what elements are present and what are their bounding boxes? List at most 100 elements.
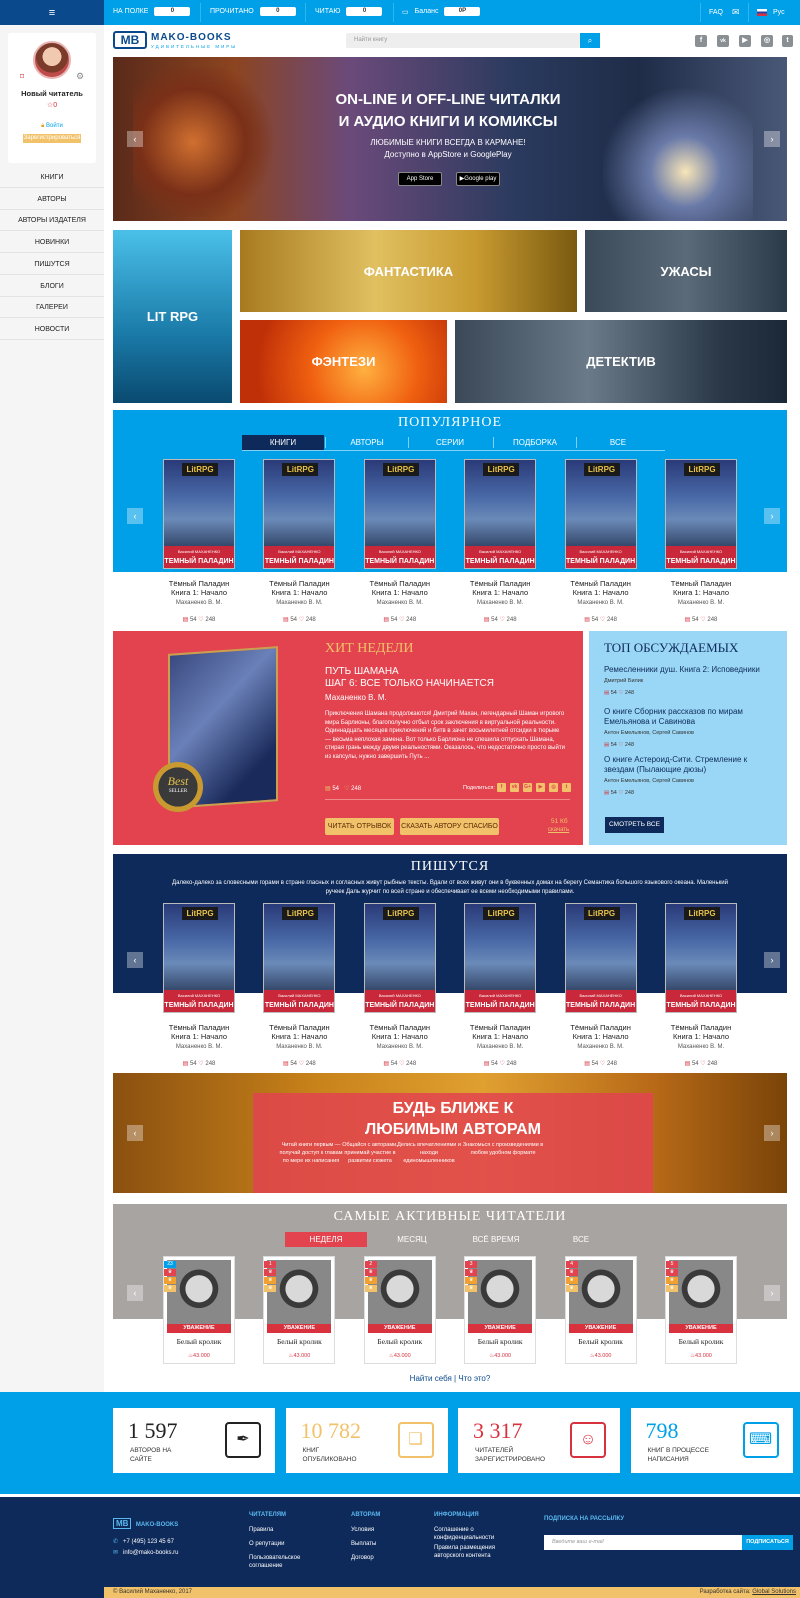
book-subtitle[interactable]: Книга 1: Начало [254,1032,344,1041]
readers-tab[interactable]: МЕСЯЦ [371,1232,453,1247]
footer-logo[interactable]: МВ MAKO-BOOKS [113,1513,193,1529]
see-all-button[interactable]: СМОТРЕТЬ ВСЕ [605,817,664,833]
reader-card[interactable]: УВАЖЕНИЕ 4 ♛ ♛ ♛ Белый кролик ♨43.000 [564,1256,637,1364]
on-shelf-counter[interactable]: НА ПОЛКЕ 0 [113,7,191,16]
login-link[interactable]: 🔒︎ Войти [8,123,96,130]
discussed-title[interactable]: Ремесленники душ. Книга 2: Исповедники [604,665,779,675]
nav-item[interactable]: ГАЛЕРЕИ [0,297,104,319]
footer-readers-link[interactable]: Правила [249,1526,311,1534]
nav-item[interactable]: АВТОРЫ ИЗДАТЕЛЯ [0,210,104,232]
genre-horror[interactable]: УЖАСЫ [585,230,787,312]
writing-prev-arrow[interactable]: ‹ [127,952,143,968]
avatar[interactable] [33,41,71,79]
book-title[interactable]: Тёмный Паладин [254,579,344,588]
footer-phone[interactable]: ✆ +7 (495) 123 45 67 [113,1538,174,1545]
discussed-author[interactable]: Антон Емельянов, Сергей Савинов [604,730,694,736]
popular-tab[interactable]: ПОДБОРКА [494,435,576,450]
readers-tab[interactable]: ВСЕ [540,1232,622,1247]
popular-prev-arrow[interactable]: ‹ [127,508,143,524]
discussed-author[interactable]: Дмитрий Билик [604,678,643,684]
book-author[interactable]: Маханенко В. М. [355,600,445,606]
reading-counter[interactable]: ЧИТАЮ 0 [315,7,383,16]
book-subtitle[interactable]: Книга 1: Начало [455,588,545,597]
facebook-icon[interactable]: f [497,783,506,792]
reader-card[interactable]: УВАЖЕНИЕ 1 ♛ ♛ ♛ Белый кролик ♨43.000 [263,1256,336,1364]
thank-author-button[interactable]: СКАЗАТЬ АВТОРУ СПАСИБО [400,818,499,835]
footer-authors-link[interactable]: Договор [351,1554,413,1562]
book-subtitle[interactable]: Книга 1: Начало [455,1032,545,1041]
faq-link[interactable]: FAQ [709,9,723,16]
book-cover[interactable]: LitRPG Василий МАХАНЕНКО ТЕМНЫЙ ПАЛАДИН [665,903,737,1013]
book-author[interactable]: Маханенко В. М. [154,600,244,606]
developer-link[interactable]: Global Solutions [752,1589,796,1595]
genre-fantastic[interactable]: ФАНТАСТИКА [240,230,577,312]
book-title[interactable]: Тёмный Паладин [355,1023,445,1032]
book-author[interactable]: Маханенко В. М. [656,1044,746,1050]
book-author[interactable]: Маханенко В. М. [455,600,545,606]
footer-readers-link[interactable]: Пользовательское соглашение [249,1554,311,1570]
book-subtitle[interactable]: Книга 1: Начало [154,1032,244,1041]
book-author[interactable]: Маханенко В. М. [154,1044,244,1050]
book-cover[interactable]: LitRPG Василий МАХАНЕНКО ТЕМНЫЙ ПАЛАДИН [263,459,336,569]
book-author[interactable]: Маханенко В. М. [455,1044,545,1050]
book-title[interactable]: Тёмный Паладин [154,579,244,588]
writing-next-arrow[interactable]: › [764,952,780,968]
youtube-icon[interactable]: ▶ [739,35,751,47]
instagram-icon[interactable]: ◎ [761,35,773,47]
gear-icon[interactable]: ⚙ [76,71,84,82]
reader-name[interactable]: Белый кролик [164,1337,234,1346]
nav-item[interactable]: НОВОСТИ [0,319,104,340]
balance-counter[interactable]: ▭ Баланс 0Р [402,7,481,16]
book-author[interactable]: Маханенко В. М. [556,600,646,606]
book-subtitle[interactable]: Книга 1: Начало [355,1032,445,1041]
book-title[interactable]: Тёмный Паладин [154,1023,244,1032]
popular-tab[interactable]: КНИГИ [242,435,324,450]
book-subtitle[interactable]: Книга 1: Начало [656,1032,746,1041]
logo[interactable]: МВ MAKO-BOOKS УДИВИТЕЛЬНЫЕ МИРЫ [113,31,253,51]
reader-name[interactable]: Белый кролик [566,1337,636,1346]
book-author[interactable]: Маханенко В. М. [355,1044,445,1050]
register-button[interactable]: Зарегистрироваться [23,134,81,143]
book-cover[interactable]: LitRPG Василий МАХАНЕНКО ТЕМНЫЙ ПАЛАДИН [564,459,637,569]
popular-tab[interactable]: ВСЕ [577,435,659,450]
mail-icon[interactable]: ✉ [732,7,740,18]
nav-item[interactable]: АВТОРЫ [0,189,104,210]
app-store-button[interactable]: App Store [398,172,442,186]
subscribe-email-input[interactable]: Введите ваш e-mail [544,1535,742,1550]
book-author[interactable]: Маханенко В. М. [254,600,344,606]
discussed-title[interactable]: О книге Сборник рассказов по мирам Емель… [604,707,779,727]
book-subtitle[interactable]: Книга 1: Начало [254,588,344,597]
book-cover[interactable]: LitRPG Василий МАХАНЕНКО ТЕМНЫЙ ПАЛАДИН [464,459,537,569]
book-title[interactable]: Тёмный Паладин [254,1023,344,1032]
language-select[interactable]: Рус [773,9,785,16]
reader-card[interactable]: УВАЖЕНИЕ 23 ♛ ♛ ♛ Белый кролик ♨43.000 [163,1256,235,1364]
reader-name[interactable]: Белый кролик [465,1337,535,1346]
book-author[interactable]: Маханенко В. М. [656,600,746,606]
hit-author[interactable]: Маханенко В. М. [325,693,387,702]
readers-prev-arrow[interactable]: ‹ [127,1285,143,1301]
what-is-this-link[interactable]: Что это? [458,1374,490,1383]
book-subtitle[interactable]: Книга 1: Начало [556,588,646,597]
read-excerpt-button[interactable]: ЧИТАТЬ ОТРЫВОК [325,818,394,835]
footer-authors-link[interactable]: Выплаты [351,1540,413,1548]
popular-tab[interactable]: СЕРИИ [409,435,491,450]
find-yourself-link[interactable]: Найти себя [410,1374,452,1383]
search-input[interactable]: Найти книгу [346,33,580,48]
book-subtitle[interactable]: Книга 1: Начало [656,588,746,597]
book-title[interactable]: Тёмный Паладин [656,1023,746,1032]
book-author[interactable]: Маханенко В. М. [556,1044,646,1050]
genre-fantasy[interactable]: ФЭНТЕЗИ [240,320,447,403]
instagram-icon[interactable]: ◎ [549,783,558,792]
popular-next-arrow[interactable]: › [764,508,780,524]
twitter-icon[interactable]: t [562,783,571,792]
readers-tab[interactable]: НЕДЕЛЯ [285,1232,367,1247]
book-title[interactable]: Тёмный Паладин [455,1023,545,1032]
facebook-icon[interactable]: f [695,35,707,47]
nav-item[interactable]: КНИГИ [0,167,104,188]
book-cover[interactable]: LitRPG Василий МАХАНЕНКО ТЕМНЫЙ ПАЛАДИН [163,459,235,569]
twitter-icon[interactable]: t [782,35,793,47]
footer-authors-link[interactable]: Условия [351,1526,413,1534]
book-cover[interactable]: LitRPG Василий МАХАНЕНКО ТЕМНЫЙ ПАЛАДИН [665,459,737,569]
book-subtitle[interactable]: Книга 1: Начало [154,588,244,597]
reader-card[interactable]: УВАЖЕНИЕ 5 ♛ ♛ ♛ Белый кролик ♨43.000 [665,1256,737,1364]
